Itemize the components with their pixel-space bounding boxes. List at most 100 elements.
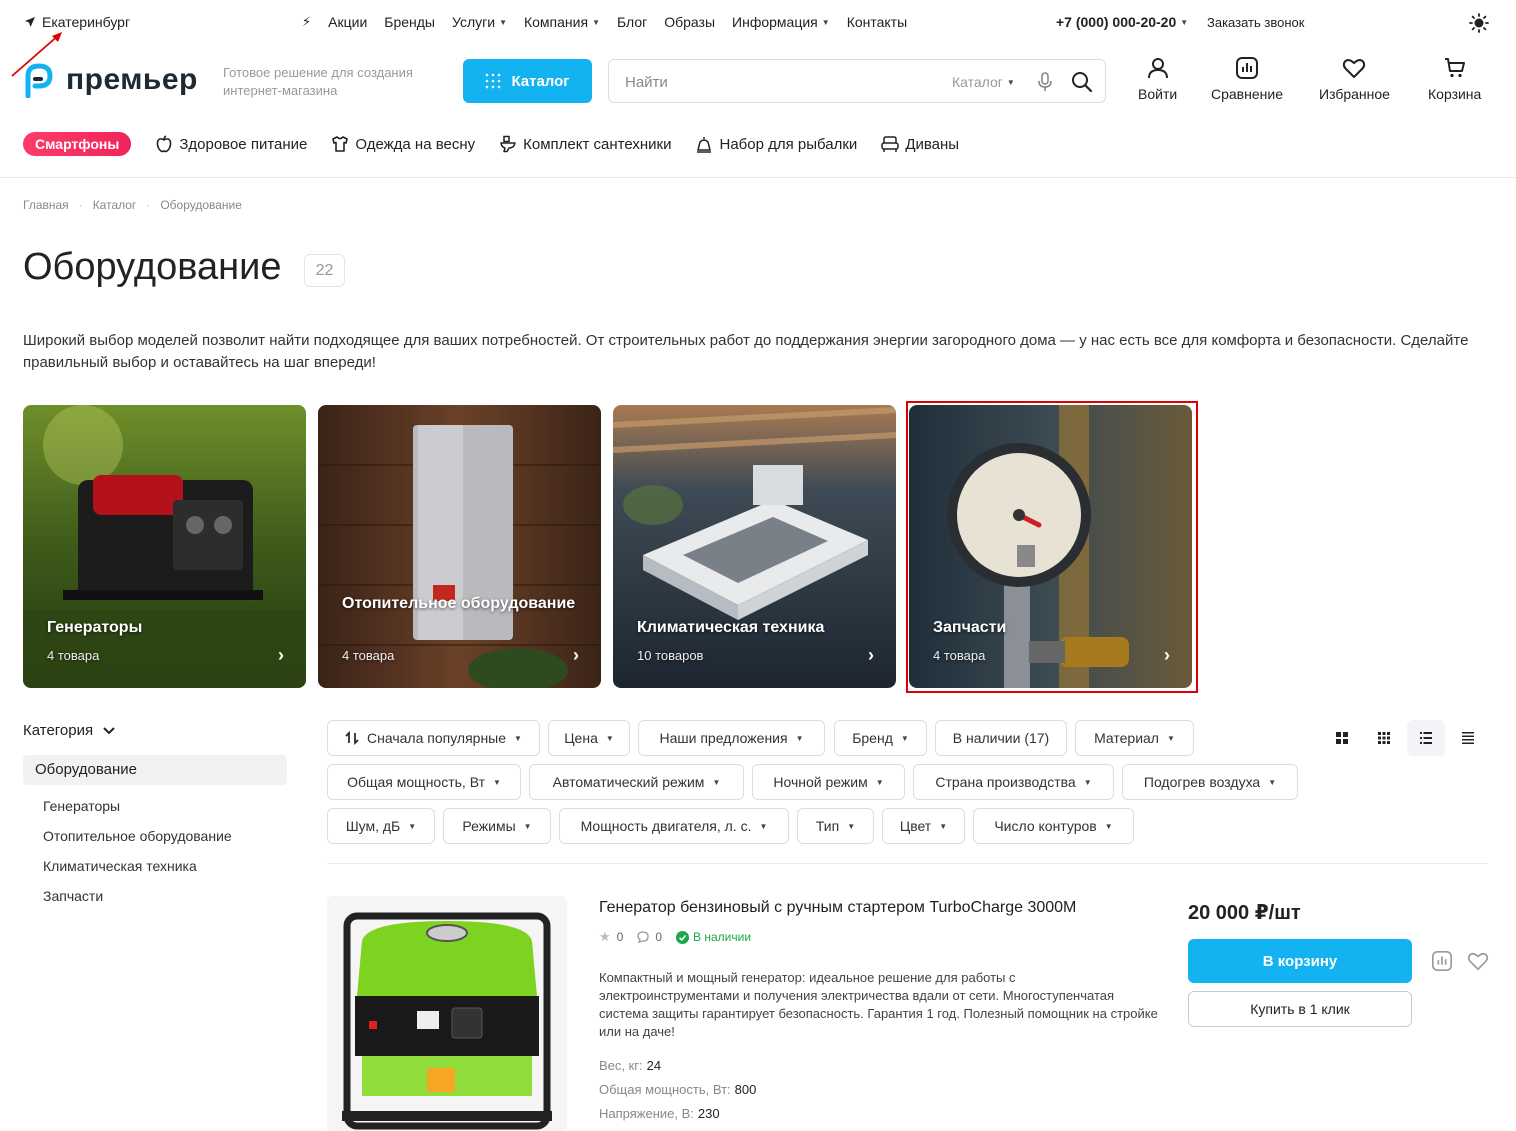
quick-category-label: Одежда на весну	[355, 135, 476, 153]
breadcrumb-catalog[interactable]: Каталог	[93, 198, 137, 212]
category-tile-heating[interactable]: Отопительное оборудование 4 товара ›	[318, 405, 601, 688]
heating-boiler-image	[318, 405, 601, 688]
product-image[interactable]	[327, 896, 567, 1131]
search-scope-select[interactable]: Каталог ▼	[952, 74, 1015, 90]
cart-label: Корзина	[1428, 86, 1482, 102]
top-nav-label: Компания	[523, 14, 589, 30]
top-nav-item-services[interactable]: Услуги ▼	[452, 14, 507, 30]
top-nav-item-brands[interactable]: Бренды	[384, 14, 435, 30]
view-list[interactable]	[1407, 720, 1445, 756]
breadcrumb-home[interactable]: Главная	[23, 198, 69, 212]
filter-label: Цена	[564, 730, 598, 746]
grid-small-icon	[1378, 732, 1390, 744]
chevron-down-icon	[103, 726, 115, 734]
filter-in-stock[interactable]: В наличии (17)	[935, 720, 1067, 756]
filter-offers[interactable]: Наши предложения ▼	[638, 720, 825, 756]
sidebar-heading: Категория	[23, 722, 94, 739]
compare-chart-icon[interactable]	[1431, 950, 1453, 972]
filter-country[interactable]: Страна производства ▼	[913, 764, 1114, 800]
filter-type[interactable]: Тип ▼	[797, 808, 874, 844]
login-label: Войти	[1138, 86, 1178, 102]
sidebar-item-heating[interactable]: Отопительное оборудование	[43, 828, 232, 844]
filter-circuits[interactable]: Число контуров ▼	[973, 808, 1134, 844]
top-nav-item-info[interactable]: Информация ▼	[732, 14, 830, 30]
sidebar-item-active[interactable]: Оборудование	[23, 755, 287, 785]
reviews-count: 0	[655, 930, 663, 944]
top-nav-item-blog[interactable]: Блог	[617, 14, 647, 30]
heart-icon[interactable]	[1467, 950, 1489, 972]
view-grid-small[interactable]	[1365, 720, 1403, 756]
logo-text: премьер	[66, 63, 198, 96]
quick-category-spring-clothes[interactable]: Одежда на весну	[331, 135, 475, 153]
filter-label: В наличии (17)	[952, 730, 1050, 746]
star-icon: ★	[599, 929, 611, 944]
sort-select[interactable]: Сначала популярные ▼	[327, 720, 540, 756]
view-compact-list[interactable]	[1449, 720, 1487, 756]
filter-color[interactable]: Цвет ▼	[882, 808, 965, 844]
top-nav-item-looks[interactable]: Образы	[664, 14, 715, 30]
sidebar-category-toggle[interactable]: Категория	[23, 722, 115, 739]
cart-button[interactable]: Корзина	[1428, 56, 1481, 102]
spec-voltage: Напряжение, В: 230	[599, 1106, 720, 1121]
microphone-icon[interactable]	[1036, 72, 1054, 92]
generator-image	[23, 405, 306, 688]
sidebar-item-generators[interactable]: Генераторы	[43, 798, 120, 814]
green-generator-image	[327, 896, 567, 1131]
quick-category-fishing-set[interactable]: Набор для рыбалки	[695, 135, 857, 153]
filter-night-mode[interactable]: Ночной режим ▼	[752, 764, 905, 800]
buy-one-click-button[interactable]: Купить в 1 клик	[1188, 991, 1412, 1027]
view-grid-large[interactable]	[1323, 720, 1361, 756]
chevron-right-icon: ›	[278, 645, 284, 665]
quick-category-sofas[interactable]: Диваны	[881, 135, 959, 153]
quick-category-plumbing-set[interactable]: Комплект сантехники	[499, 135, 671, 153]
category-tile-climate[interactable]: Климатическая техника 10 товаров ›	[613, 405, 896, 688]
toilet-icon	[500, 135, 516, 153]
filter-label: Режимы	[462, 818, 516, 834]
caret-down-icon: ▼	[795, 733, 804, 743]
caret-down-icon: ▼	[1268, 777, 1277, 787]
sidebar-item-climate[interactable]: Климатическая техника	[43, 858, 197, 874]
phone-number[interactable]: +7 (000) 000-20-20 ▼	[1056, 14, 1188, 30]
apple-icon	[156, 135, 172, 153]
add-to-cart-button[interactable]: В корзину	[1188, 939, 1412, 983]
quick-category-healthy-food[interactable]: Здоровое питание	[155, 135, 307, 153]
favorites-label: Избранное	[1319, 86, 1390, 102]
top-nav-item-akcii[interactable]: Акции	[328, 14, 367, 30]
grid-dots-icon	[486, 73, 501, 89]
location-arrow-icon	[25, 17, 35, 27]
catalog-button[interactable]: Каталог	[463, 59, 592, 103]
caret-down-icon: ▼	[408, 821, 417, 831]
callback-link[interactable]: Заказать звонок	[1207, 15, 1304, 30]
category-tile-generators[interactable]: Генераторы 4 товара ›	[23, 405, 306, 688]
caret-down-icon: ▼	[1166, 733, 1175, 743]
quick-category-smartphones[interactable]: Смартфоны	[23, 132, 132, 156]
top-nav-item-company[interactable]: Компания ▼	[524, 14, 600, 30]
product-title[interactable]: Генератор бензиновый с ручным стартером …	[599, 899, 1076, 917]
caret-down-icon: ▼	[759, 821, 768, 831]
filter-brand[interactable]: Бренд ▼	[834, 720, 927, 756]
filter-auto-mode[interactable]: Автоматический режим ▼	[529, 764, 744, 800]
top-nav-item-contacts[interactable]: Контакты	[847, 14, 907, 30]
filter-total-power[interactable]: Общая мощность, Вт ▼	[327, 764, 521, 800]
sidebar-item-spare-parts[interactable]: Запчасти	[43, 888, 103, 904]
chevron-right-icon: ›	[573, 645, 579, 665]
filter-modes[interactable]: Режимы ▼	[443, 808, 551, 844]
filter-air-heating[interactable]: Подогрев воздуха ▼	[1122, 764, 1298, 800]
hot-badge: Смартфоны	[23, 132, 132, 156]
sun-icon[interactable]	[1469, 13, 1489, 33]
filter-material[interactable]: Материал ▼	[1075, 720, 1194, 756]
check-circle-icon	[676, 930, 690, 944]
login-button[interactable]: Войти	[1138, 56, 1177, 102]
filter-label: Материал	[1094, 730, 1159, 746]
filter-price[interactable]: Цена ▼	[548, 720, 630, 756]
filter-label: Бренд	[852, 730, 893, 746]
favorites-button[interactable]: Избранное	[1319, 56, 1390, 102]
filter-engine-power[interactable]: Мощность двигателя, л. с. ▼	[559, 808, 789, 844]
spec-power: Общая мощность, Вт: 800	[599, 1082, 756, 1097]
filter-noise[interactable]: Шум, дБ ▼	[327, 808, 435, 844]
compare-button[interactable]: Сравнение	[1211, 56, 1283, 102]
site-logo[interactable]: премьер	[22, 62, 198, 98]
search-icon[interactable]	[1071, 71, 1093, 93]
search-input[interactable]	[625, 71, 925, 93]
sort-label: Сначала популярные	[367, 730, 507, 746]
